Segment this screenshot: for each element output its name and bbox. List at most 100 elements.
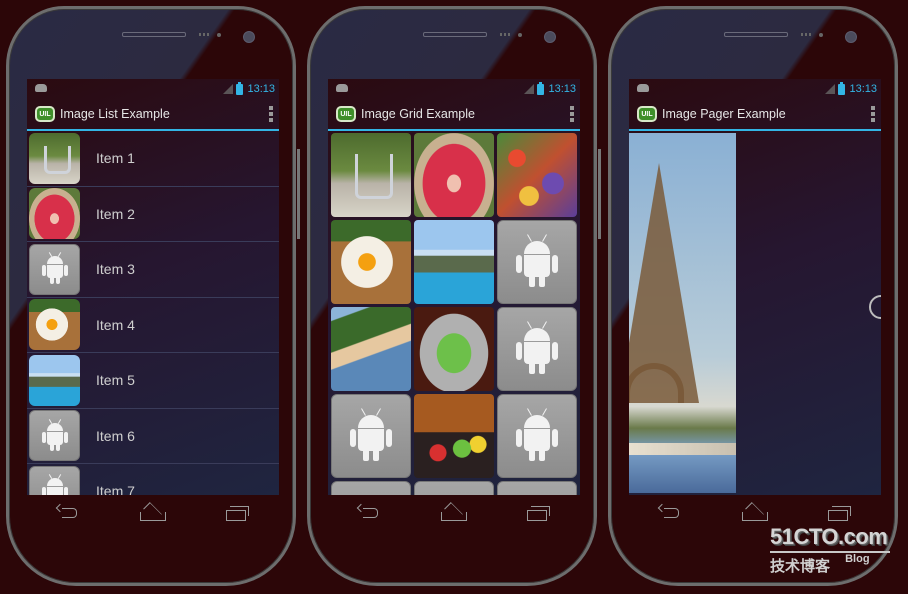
status-clock: 13:13 [548, 83, 576, 95]
navigation-bar [27, 499, 279, 527]
android-robot-icon [41, 474, 69, 495]
grid-cell-placeholder[interactable] [331, 394, 411, 478]
grid-cell-placeholder[interactable] [497, 220, 577, 304]
action-bar: UIL Image List Example [27, 99, 279, 131]
front-camera [243, 31, 255, 43]
home-icon[interactable] [138, 504, 168, 522]
android-notification-icon [637, 84, 649, 92]
volume-button [297, 149, 300, 239]
list-item-label: Item 4 [96, 316, 135, 333]
list-item[interactable]: Item 6 [27, 409, 279, 464]
android-robot-icon [348, 408, 394, 464]
thumbnail-placeholder [29, 410, 80, 462]
list-item[interactable]: Item 2 [27, 187, 279, 242]
android-robot-icon [514, 321, 560, 377]
list-item-label: Item 2 [96, 205, 135, 222]
grid-cell-egg[interactable] [331, 220, 411, 304]
list-item-label: Item 7 [96, 483, 135, 495]
thumbnail-sculpture [29, 132, 80, 184]
recents-icon[interactable] [222, 504, 252, 522]
page-title: Image Grid Example [361, 107, 475, 121]
list-item-label: Item 1 [96, 150, 135, 167]
sensor [199, 33, 211, 36]
overflow-menu-icon[interactable] [269, 106, 273, 122]
list-item-label: Item 5 [96, 372, 135, 389]
river-boat [629, 443, 736, 455]
android-notification-icon [336, 84, 348, 92]
android-robot-icon [514, 408, 560, 464]
back-icon[interactable] [355, 504, 385, 522]
grid-cell-placeholder[interactable] [331, 481, 411, 495]
grid-cell-android-cake[interactable] [414, 307, 494, 391]
sensor [500, 33, 512, 36]
signal-icon [825, 84, 836, 94]
action-bar: UIL Image Grid Example [328, 99, 580, 131]
thumbnail-roses [29, 188, 80, 240]
image-grid[interactable] [328, 131, 580, 495]
list-item-label: Item 3 [96, 261, 135, 278]
navigation-bar [328, 499, 580, 527]
grid-cell-fruit[interactable] [497, 133, 577, 217]
grid-cell-android-toys[interactable] [414, 394, 494, 478]
grid-cell-pool[interactable] [414, 220, 494, 304]
status-bar: 13:13 [328, 79, 580, 99]
front-camera [845, 31, 857, 43]
grid-cell-placeholder[interactable] [497, 307, 577, 391]
app-logo-icon[interactable]: UIL [637, 106, 657, 122]
screen: 13:13 UIL Image Grid Example [328, 79, 580, 495]
grid-cell-roses[interactable] [414, 133, 494, 217]
image-pager[interactable] [629, 131, 881, 493]
list-item[interactable]: Item 7 [27, 464, 279, 495]
thumbnail-pool [29, 354, 80, 406]
status-clock: 13:13 [247, 83, 275, 95]
earpiece-speaker [423, 32, 487, 37]
phone-list-example: 13:13 UIL Image List Example Item 1 Item… [6, 6, 300, 586]
battery-charging-icon [537, 81, 545, 95]
page-title: Image List Example [60, 107, 170, 121]
status-bar: 13:13 [629, 79, 881, 99]
app-logo-icon[interactable]: UIL [35, 106, 55, 122]
battery-charging-icon [838, 81, 846, 95]
back-icon[interactable] [656, 504, 686, 522]
home-icon[interactable] [740, 504, 770, 522]
image-list[interactable]: Item 1 Item 2 Item 3 Item 4 Item 5 Item … [27, 131, 279, 495]
sensor [217, 33, 221, 37]
screen: 13:13 UIL Image Pager Example [629, 79, 881, 495]
list-item[interactable]: Item 5 [27, 353, 279, 409]
grid-cell-placeholder[interactable] [497, 394, 577, 478]
back-icon[interactable] [54, 504, 84, 522]
android-notification-icon [35, 84, 47, 92]
grid-cell-beach[interactable] [331, 307, 411, 391]
android-robot-icon [514, 234, 560, 290]
overflow-menu-icon[interactable] [871, 106, 875, 122]
list-item-label: Item 6 [96, 427, 135, 444]
earpiece-speaker [122, 32, 186, 37]
action-bar: UIL Image Pager Example [629, 99, 881, 131]
thumbnail-egg [29, 299, 80, 351]
screen: 13:13 UIL Image List Example Item 1 Item… [27, 79, 279, 495]
battery-charging-icon [236, 81, 244, 95]
app-logo-icon[interactable]: UIL [336, 106, 356, 122]
thumbnail-placeholder [29, 243, 80, 295]
recents-icon[interactable] [523, 504, 553, 522]
status-bar: 13:13 [27, 79, 279, 99]
sensor [518, 33, 522, 37]
android-robot-icon [41, 418, 69, 453]
list-item[interactable]: Item 1 [27, 131, 279, 187]
grid-cell-placeholder[interactable] [414, 481, 494, 495]
grid-cell-sculpture[interactable] [331, 133, 411, 217]
overflow-menu-icon[interactable] [570, 106, 574, 122]
earpiece-speaker [724, 32, 788, 37]
grid-cell-placeholder[interactable] [497, 481, 577, 495]
home-icon[interactable] [439, 504, 469, 522]
loading-spinner-icon [869, 295, 881, 319]
phone-grid-example: 13:13 UIL Image Grid Example [307, 6, 601, 586]
android-robot-icon [41, 252, 69, 286]
list-item[interactable]: Item 3 [27, 242, 279, 298]
thumbnail-placeholder [29, 465, 80, 495]
pager-image-eiffel-tower[interactable] [629, 133, 736, 493]
signal-icon [524, 84, 535, 94]
page-title: Image Pager Example [662, 107, 786, 121]
list-item[interactable]: Item 4 [27, 298, 279, 353]
recents-icon[interactable] [824, 504, 854, 522]
